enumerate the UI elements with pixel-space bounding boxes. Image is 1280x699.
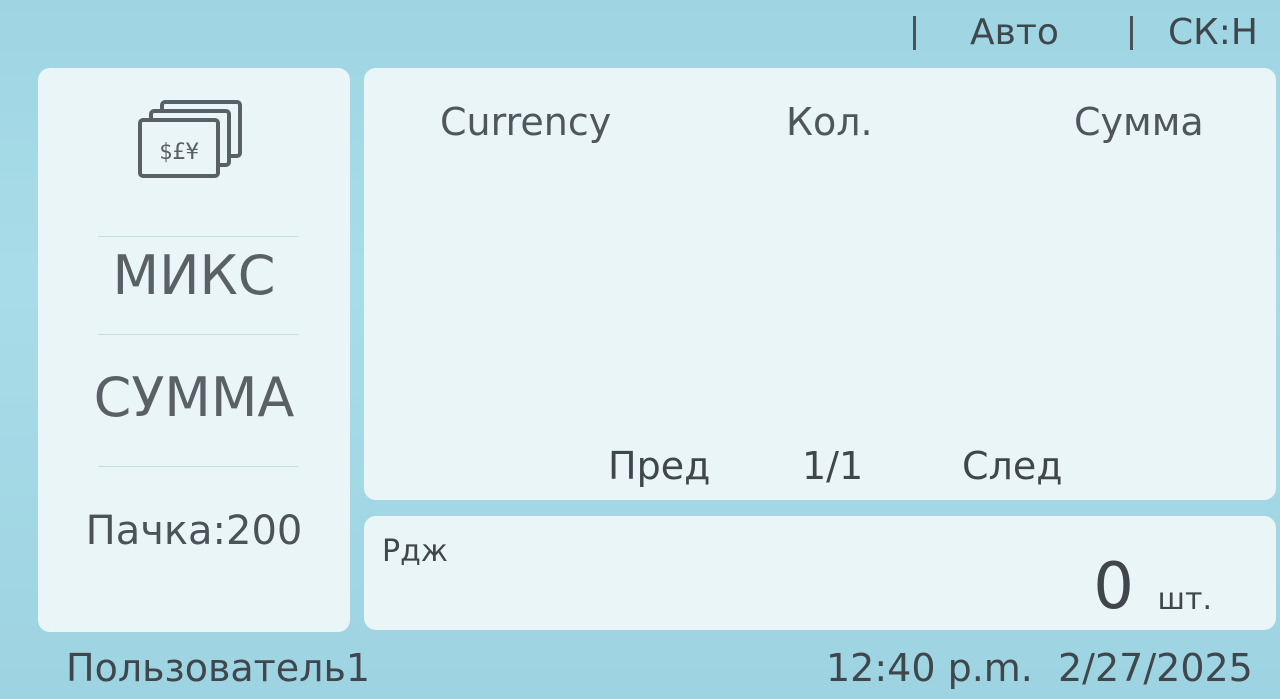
currency-table: Currency Кол. Сумма Пред 1/1 След	[364, 68, 1276, 500]
divider	[98, 466, 298, 467]
next-page-button[interactable]: След	[962, 444, 1062, 488]
counting-mode-indicator[interactable]: Авто	[970, 12, 1059, 53]
divider	[98, 334, 298, 335]
batch-setting[interactable]: Пачка:200	[38, 508, 350, 554]
page-indicator: 1/1	[802, 444, 864, 488]
divider	[98, 236, 298, 237]
counterfeit-check-indicator[interactable]: СК:Н	[1168, 12, 1258, 53]
column-header-currency: Currency	[440, 100, 612, 144]
reject-label: Рдж	[382, 534, 448, 569]
clock-date: 2/27/2025	[1058, 646, 1253, 690]
column-header-sum: Сумма	[1074, 100, 1204, 144]
currency-notes-icon: $£¥	[138, 98, 248, 182]
count-unit: шт.	[1157, 582, 1212, 617]
count-value: 0	[1093, 550, 1134, 624]
current-user[interactable]: Пользователь1	[66, 646, 370, 690]
header-separator	[1130, 16, 1133, 50]
mode-panel: $£¥ МИКС СУММА Пачка:200	[38, 68, 350, 632]
top-status-bar: Авто СК:Н	[0, 0, 1280, 70]
reject-counter-panel: Рдж 0 шт.	[364, 516, 1276, 630]
clock-time: 12:40 p.m.	[826, 646, 1033, 690]
sum-mode-label[interactable]: СУММА	[38, 366, 350, 429]
header-separator	[913, 16, 916, 50]
mix-mode-label[interactable]: МИКС	[38, 244, 350, 307]
column-header-quantity: Кол.	[786, 100, 873, 144]
svg-text:$£¥: $£¥	[159, 140, 199, 165]
prev-page-button[interactable]: Пред	[608, 444, 710, 488]
